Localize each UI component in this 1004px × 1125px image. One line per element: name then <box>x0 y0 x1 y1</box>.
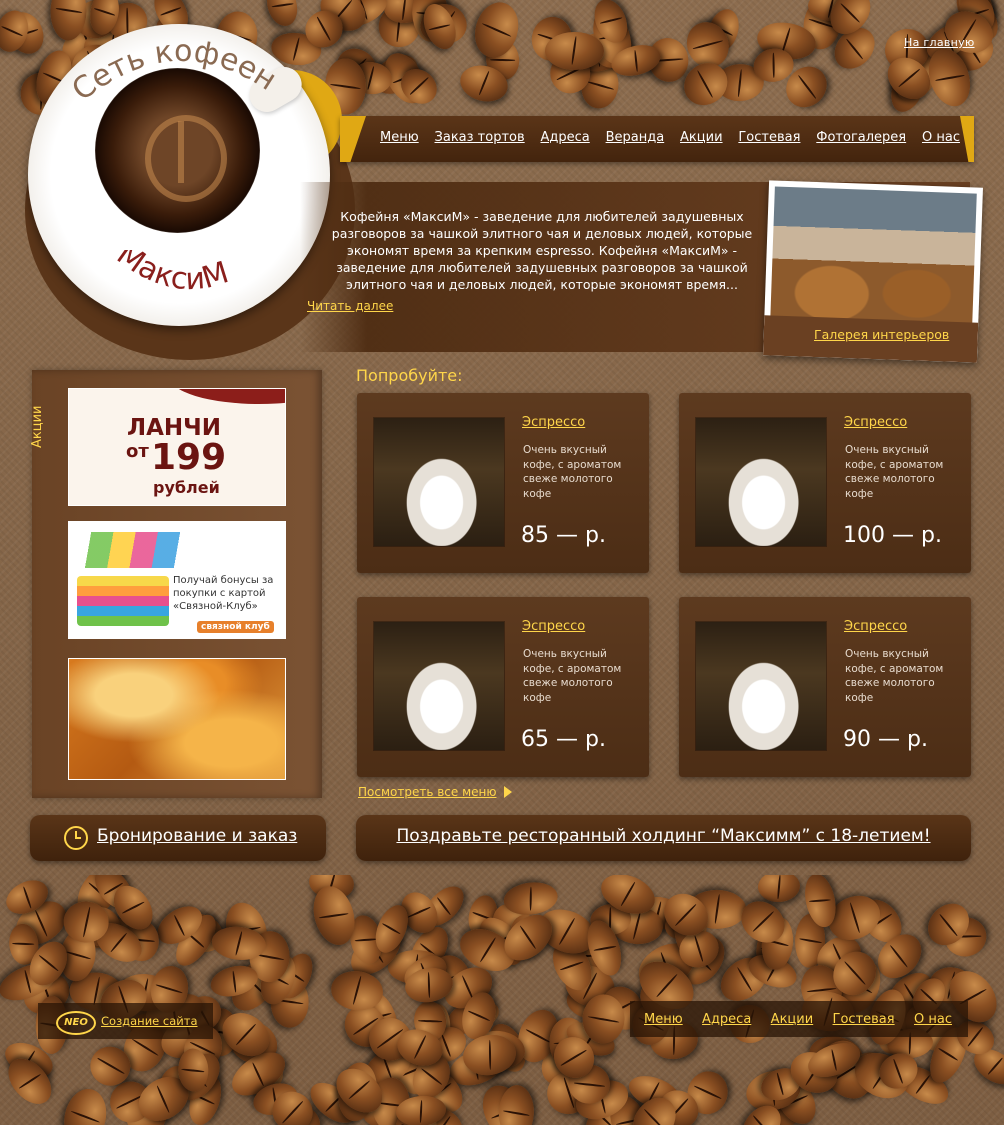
nav-item-about[interactable]: О нас <box>922 130 960 145</box>
logo-title-text: Сеть кофеен <box>72 34 283 108</box>
product-price: 65 — р. <box>521 727 606 752</box>
nav-item-guestbook[interactable]: Гостевая <box>738 130 800 145</box>
lunch-from: от <box>126 441 149 462</box>
product-name-link[interactable]: Эспрессо <box>844 415 907 430</box>
coffee-cup-image[interactable] <box>374 418 504 546</box>
coffee-beans-bottom <box>0 875 1004 1125</box>
coffee-bean <box>262 0 303 30</box>
footer-item-addresses[interactable]: Адреса <box>702 1012 751 1027</box>
product-card: Эспрессо Очень вкусный кофе, с ароматом … <box>679 393 971 573</box>
lunch-price: 199 <box>151 437 227 478</box>
product-name-link[interactable]: Эспрессо <box>522 619 585 634</box>
footer-item-menu[interactable]: Меню <box>644 1012 683 1027</box>
coffee-cup-image[interactable] <box>696 418 826 546</box>
svyaznoy-banner[interactable]: Получай бонусы за покупки с картой «Связ… <box>68 521 286 639</box>
logo-emblem-icon <box>145 115 227 202</box>
neo-logo[interactable]: NEO <box>56 1011 96 1035</box>
product-description: Очень вкусный кофе, с ароматом свеже мол… <box>845 444 944 500</box>
coffee-bean <box>757 875 802 904</box>
main-menu: Меню Заказ тортов Адреса Веранда Акции Г… <box>380 130 960 145</box>
view-all-menu-link[interactable]: Посмотреть все меню <box>358 785 496 799</box>
footer-item-promos[interactable]: Акции <box>771 1012 814 1027</box>
product-price: 90 — р. <box>843 727 928 752</box>
coffee-cup-image[interactable] <box>374 622 504 750</box>
nav-item-addresses[interactable]: Адреса <box>541 130 590 145</box>
svyaznoy-text: Получай бонусы за покупки с картой «Связ… <box>173 575 274 612</box>
product-description: Очень вкусный кофе, с ароматом свеже мол… <box>523 648 622 704</box>
nav-item-veranda[interactable]: Веранда <box>606 130 665 145</box>
loyalty-card-image <box>77 576 169 626</box>
home-link[interactable]: На главную <box>904 36 975 49</box>
product-card: Эспрессо Очень вкусный кофе, с ароматом … <box>357 597 649 777</box>
product-price: 100 — р. <box>843 523 942 548</box>
lunch-banner[interactable]: ЛАНЧИ от 199 рублей <box>68 388 286 506</box>
gallery-interiors-link[interactable]: Галерея интерьеров <box>814 327 949 342</box>
booking-link[interactable]: Бронирование и заказ <box>97 826 297 846</box>
promos-label: Акции <box>30 405 45 449</box>
svg-text:МаксиМ: МаксиМ <box>110 250 233 297</box>
product-card: Эспрессо Очень вкусный кофе, с ароматом … <box>357 393 649 573</box>
nav-item-cakes[interactable]: Заказ тортов <box>435 130 525 145</box>
footer-item-guestbook[interactable]: Гостевая <box>833 1012 895 1027</box>
logo-title[interactable]: Сеть кофеен <box>72 30 292 110</box>
product-description: Очень вкусный кофе, с ароматом свеже мол… <box>523 444 622 500</box>
footer-item-about[interactable]: О нас <box>914 1012 952 1027</box>
nav-item-menu[interactable]: Меню <box>380 130 419 145</box>
interior-image <box>770 186 977 325</box>
nav-item-gallery[interactable]: Фотогалерея <box>816 130 906 145</box>
lunch-unit: рублей <box>153 478 220 497</box>
footer-menu: Меню Адреса Акции Гостевая О нас <box>644 1012 952 1027</box>
congrats-link[interactable]: Поздравьте ресторанный холдинг “Максимм”… <box>356 826 971 846</box>
product-name-link[interactable]: Эспрессо <box>844 619 907 634</box>
product-name-link[interactable]: Эспрессо <box>522 415 585 430</box>
site-credit-link[interactable]: Создание сайта <box>101 1014 198 1028</box>
read-more-link[interactable]: Читать далее <box>307 299 393 313</box>
coffee-bean <box>545 31 604 71</box>
product-card: Эспрессо Очень вкусный кофе, с ароматом … <box>679 597 971 777</box>
svg-text:Сеть кофеен: Сеть кофеен <box>72 34 283 108</box>
food-banner[interactable] <box>68 658 286 780</box>
clock-icon <box>64 826 88 850</box>
lunch-banner-arc <box>169 389 285 404</box>
coffee-cup-image[interactable] <box>696 622 826 750</box>
svyaznoy-club-badge: связной клуб <box>197 621 274 633</box>
intro-text: Кофейня «МаксиМ» - заведение для любител… <box>331 209 753 292</box>
nav-item-promos[interactable]: Акции <box>680 130 723 145</box>
coffee-bean <box>59 1085 112 1125</box>
arrow-right-icon <box>504 786 512 798</box>
product-price: 85 — р. <box>521 523 606 548</box>
ribbons-image <box>69 532 285 568</box>
logo-subtitle[interactable]: МаксиМ <box>110 250 270 310</box>
product-description: Очень вкусный кофе, с ароматом свеже мол… <box>845 648 944 704</box>
logo-subtitle-text: МаксиМ <box>110 250 233 297</box>
try-title: Попробуйте: <box>356 366 463 385</box>
